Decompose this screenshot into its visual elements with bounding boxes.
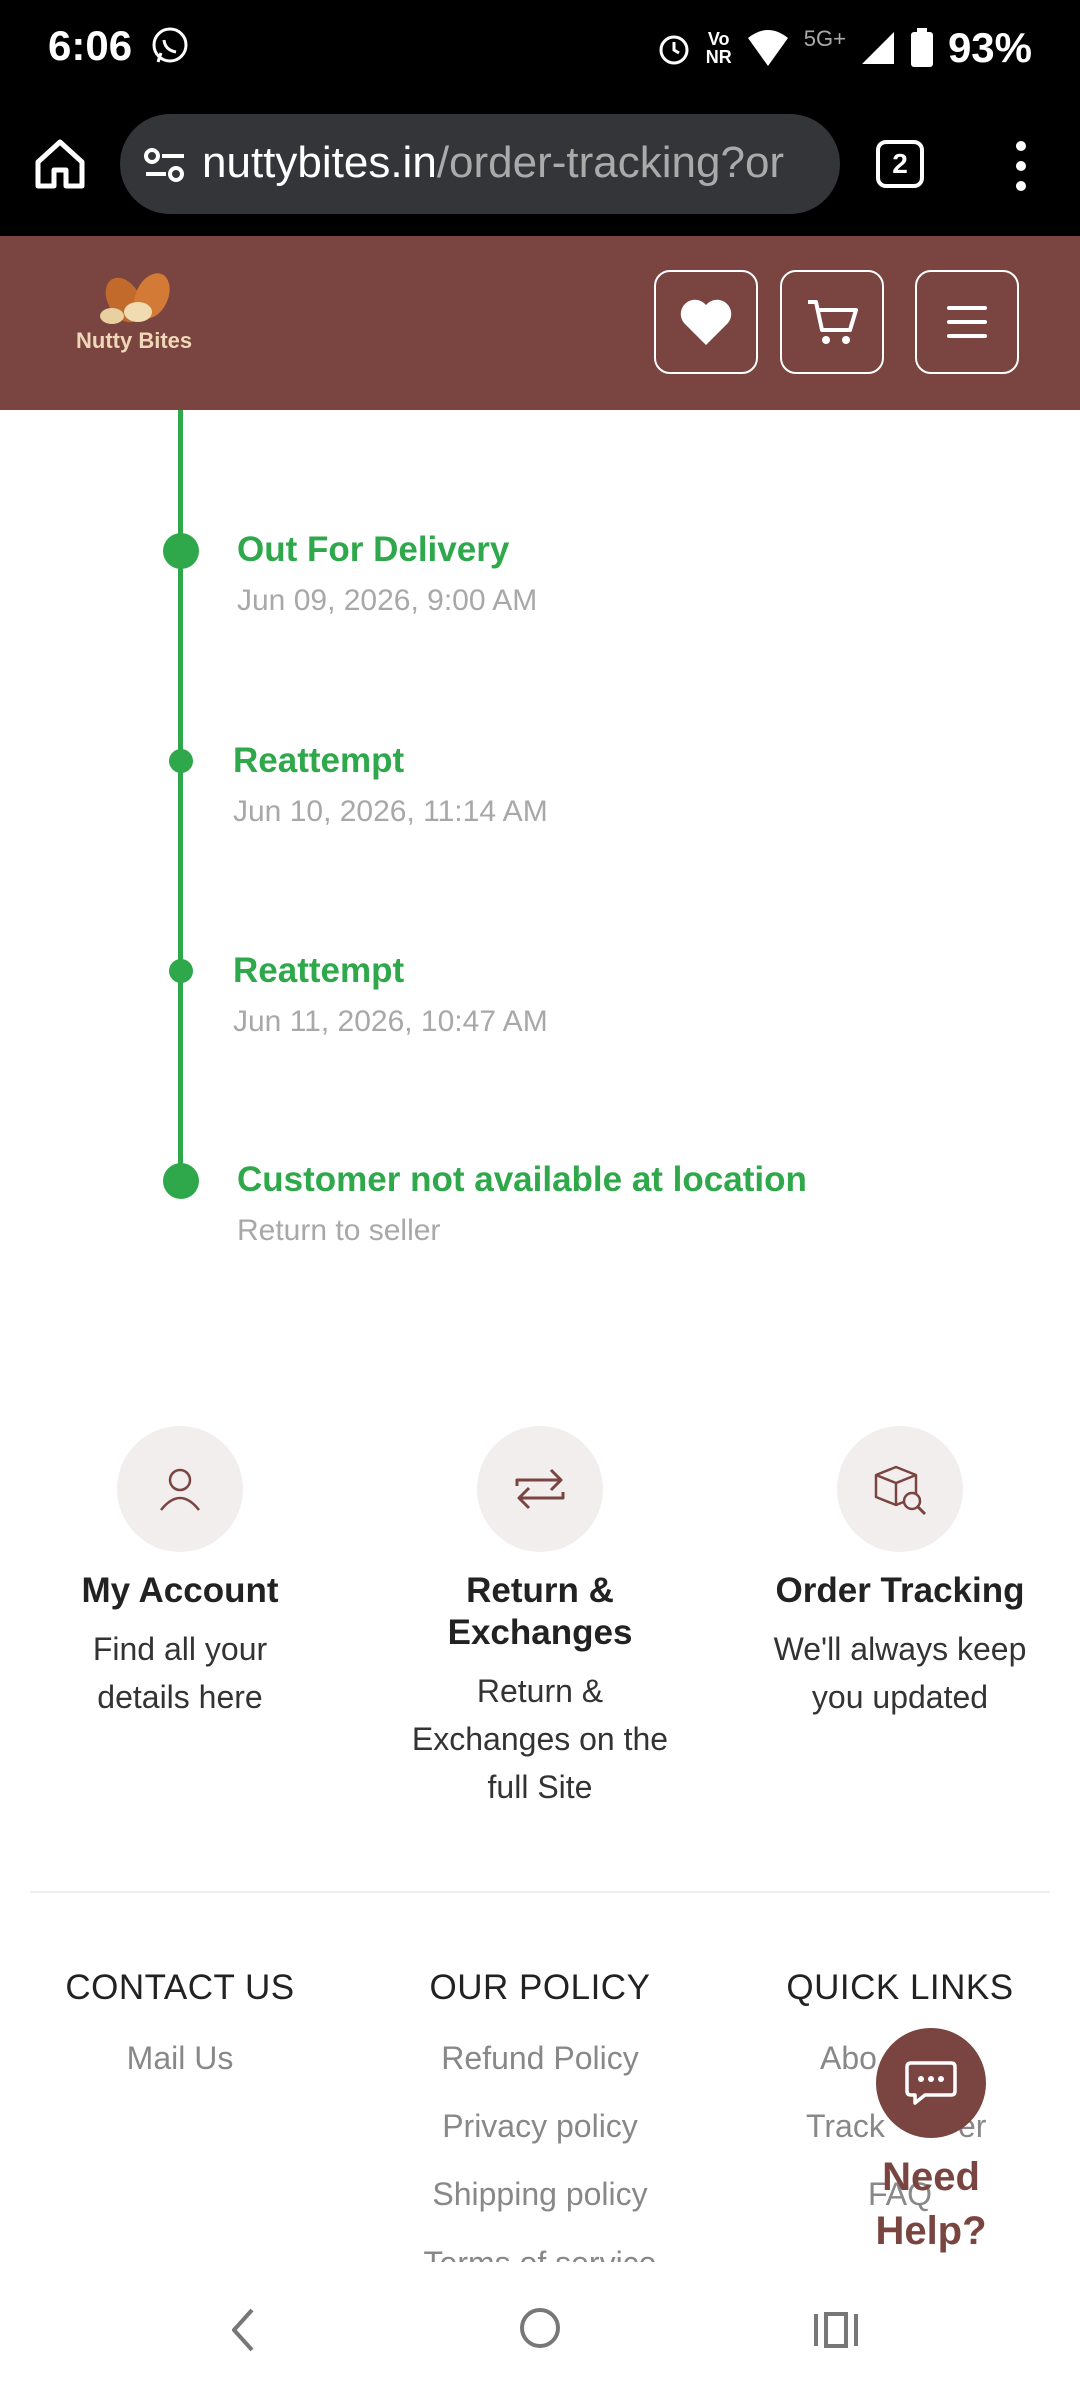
- timeline-event-date: Jun 11, 2026, 10:47 AM: [233, 1005, 548, 1038]
- site-header: Nutty Bites: [0, 236, 1080, 410]
- url-path: /order-tracking?or: [436, 138, 785, 187]
- status-icons: Vo NR 5G+ 93%: [656, 20, 1032, 76]
- home-circle-icon[interactable]: [520, 2308, 560, 2348]
- returns-title-line1[interactable]: Return &: [380, 1570, 700, 1612]
- footer-link-refund-policy[interactable]: Refund Policy: [380, 2040, 700, 2077]
- battery-percent: 93%: [947, 24, 1032, 71]
- system-nav-bar: [0, 2262, 1080, 2400]
- back-icon[interactable]: [222, 2302, 262, 2358]
- timeline-event-title: Out For Delivery: [237, 530, 510, 569]
- returns-icon-circle[interactable]: [477, 1426, 603, 1552]
- status-bar: 6:06 Vo NR 5G+ 93%: [0, 0, 1080, 96]
- my-account-desc-line1: Find all your: [92, 1631, 268, 1667]
- exchange-icon: [515, 1468, 565, 1510]
- my-account-desc-line2: details here: [97, 1679, 263, 1715]
- cart-icon: [808, 300, 858, 344]
- order-tracking-title[interactable]: Order Tracking: [740, 1570, 1060, 1612]
- order-tracking-icon-circle[interactable]: [837, 1426, 963, 1552]
- footer-contact-heading: CONTACT US: [65, 1968, 295, 2007]
- footer-quick-links-heading: QUICK LINKS: [786, 1968, 1014, 2007]
- returns-desc-line3: full Site: [487, 1769, 593, 1805]
- section-divider: [30, 1891, 1050, 1893]
- package-search-icon: [874, 1465, 927, 1516]
- status-time: 6:06: [48, 22, 133, 69]
- whatsapp-icon: [152, 27, 188, 63]
- my-account-icon-circle[interactable]: [117, 1426, 243, 1552]
- 5g-indicator: 5G+: [803, 26, 846, 51]
- chat-icon: [905, 2061, 957, 2105]
- hamburger-icon: [947, 306, 987, 338]
- recents-icon[interactable]: [812, 2306, 860, 2354]
- footer-policy-heading: OUR POLICY: [429, 1968, 651, 2007]
- footer-link-shipping-policy[interactable]: Shipping policy: [380, 2176, 700, 2213]
- timeline-dot: [169, 749, 193, 773]
- logo-text: Nutty Bites: [76, 328, 193, 353]
- url-text[interactable]: nuttybites.in/order-tracking?or: [202, 138, 784, 188]
- need-help-line1: Need: [882, 2155, 980, 2199]
- wifi-icon: [747, 30, 788, 66]
- heart-icon: [680, 299, 732, 345]
- browser-toolbar: nuttybites.in/order-tracking?or 2: [0, 96, 1080, 236]
- timeline-event-status: Return to seller: [237, 1214, 441, 1247]
- menu-button[interactable]: [915, 270, 1019, 374]
- user-icon: [160, 1468, 200, 1511]
- cart-button[interactable]: [780, 270, 884, 374]
- timeline-event-title: Customer not available at location: [237, 1160, 807, 1199]
- browser-home-icon[interactable]: [30, 134, 90, 194]
- alarm-icon: [659, 35, 689, 65]
- my-account-title[interactable]: My Account: [20, 1570, 340, 1612]
- browser-menu-icon[interactable]: [1006, 136, 1036, 196]
- url-domain: nuttybites.in: [202, 138, 437, 187]
- address-bar[interactable]: nuttybites.in/order-tracking?or: [120, 114, 840, 214]
- wishlist-button[interactable]: [654, 270, 758, 374]
- returns-title-line2[interactable]: Exchanges: [380, 1612, 700, 1654]
- timeline-event-date: Jun 10, 2026, 11:14 AM: [233, 795, 548, 828]
- need-help-label[interactable]: Need Help?: [858, 2150, 1004, 2258]
- returns-desc-line2: Exchanges on the: [411, 1721, 669, 1757]
- timeline-dot: [163, 1163, 199, 1199]
- volte-indicator: Vo NR: [705, 29, 732, 67]
- order-tracking-desc-line1: We'll always keep: [773, 1631, 1027, 1667]
- order-tracking-desc-line2: you updated: [811, 1679, 989, 1715]
- timeline-line: [178, 410, 183, 1182]
- site-settings-icon[interactable]: [142, 142, 188, 188]
- timeline-event-title: Reattempt: [233, 741, 405, 780]
- timeline-dot: [163, 533, 199, 569]
- timeline-event-title: Reattempt: [233, 951, 405, 990]
- footer-link-privacy-policy[interactable]: Privacy policy: [380, 2108, 700, 2145]
- timeline-dot: [169, 959, 193, 983]
- footer-link-mail-us[interactable]: Mail Us: [20, 2040, 340, 2077]
- timeline-event-date: Jun 09, 2026, 9:00 AM: [237, 584, 538, 617]
- tab-switcher-button[interactable]: 2: [876, 140, 924, 188]
- need-help-line2: Help?: [875, 2209, 987, 2253]
- battery-icon: [910, 28, 933, 67]
- signal-icon: [861, 32, 894, 64]
- need-help-button[interactable]: [876, 2028, 986, 2138]
- returns-desc-line1: Return &: [476, 1673, 604, 1709]
